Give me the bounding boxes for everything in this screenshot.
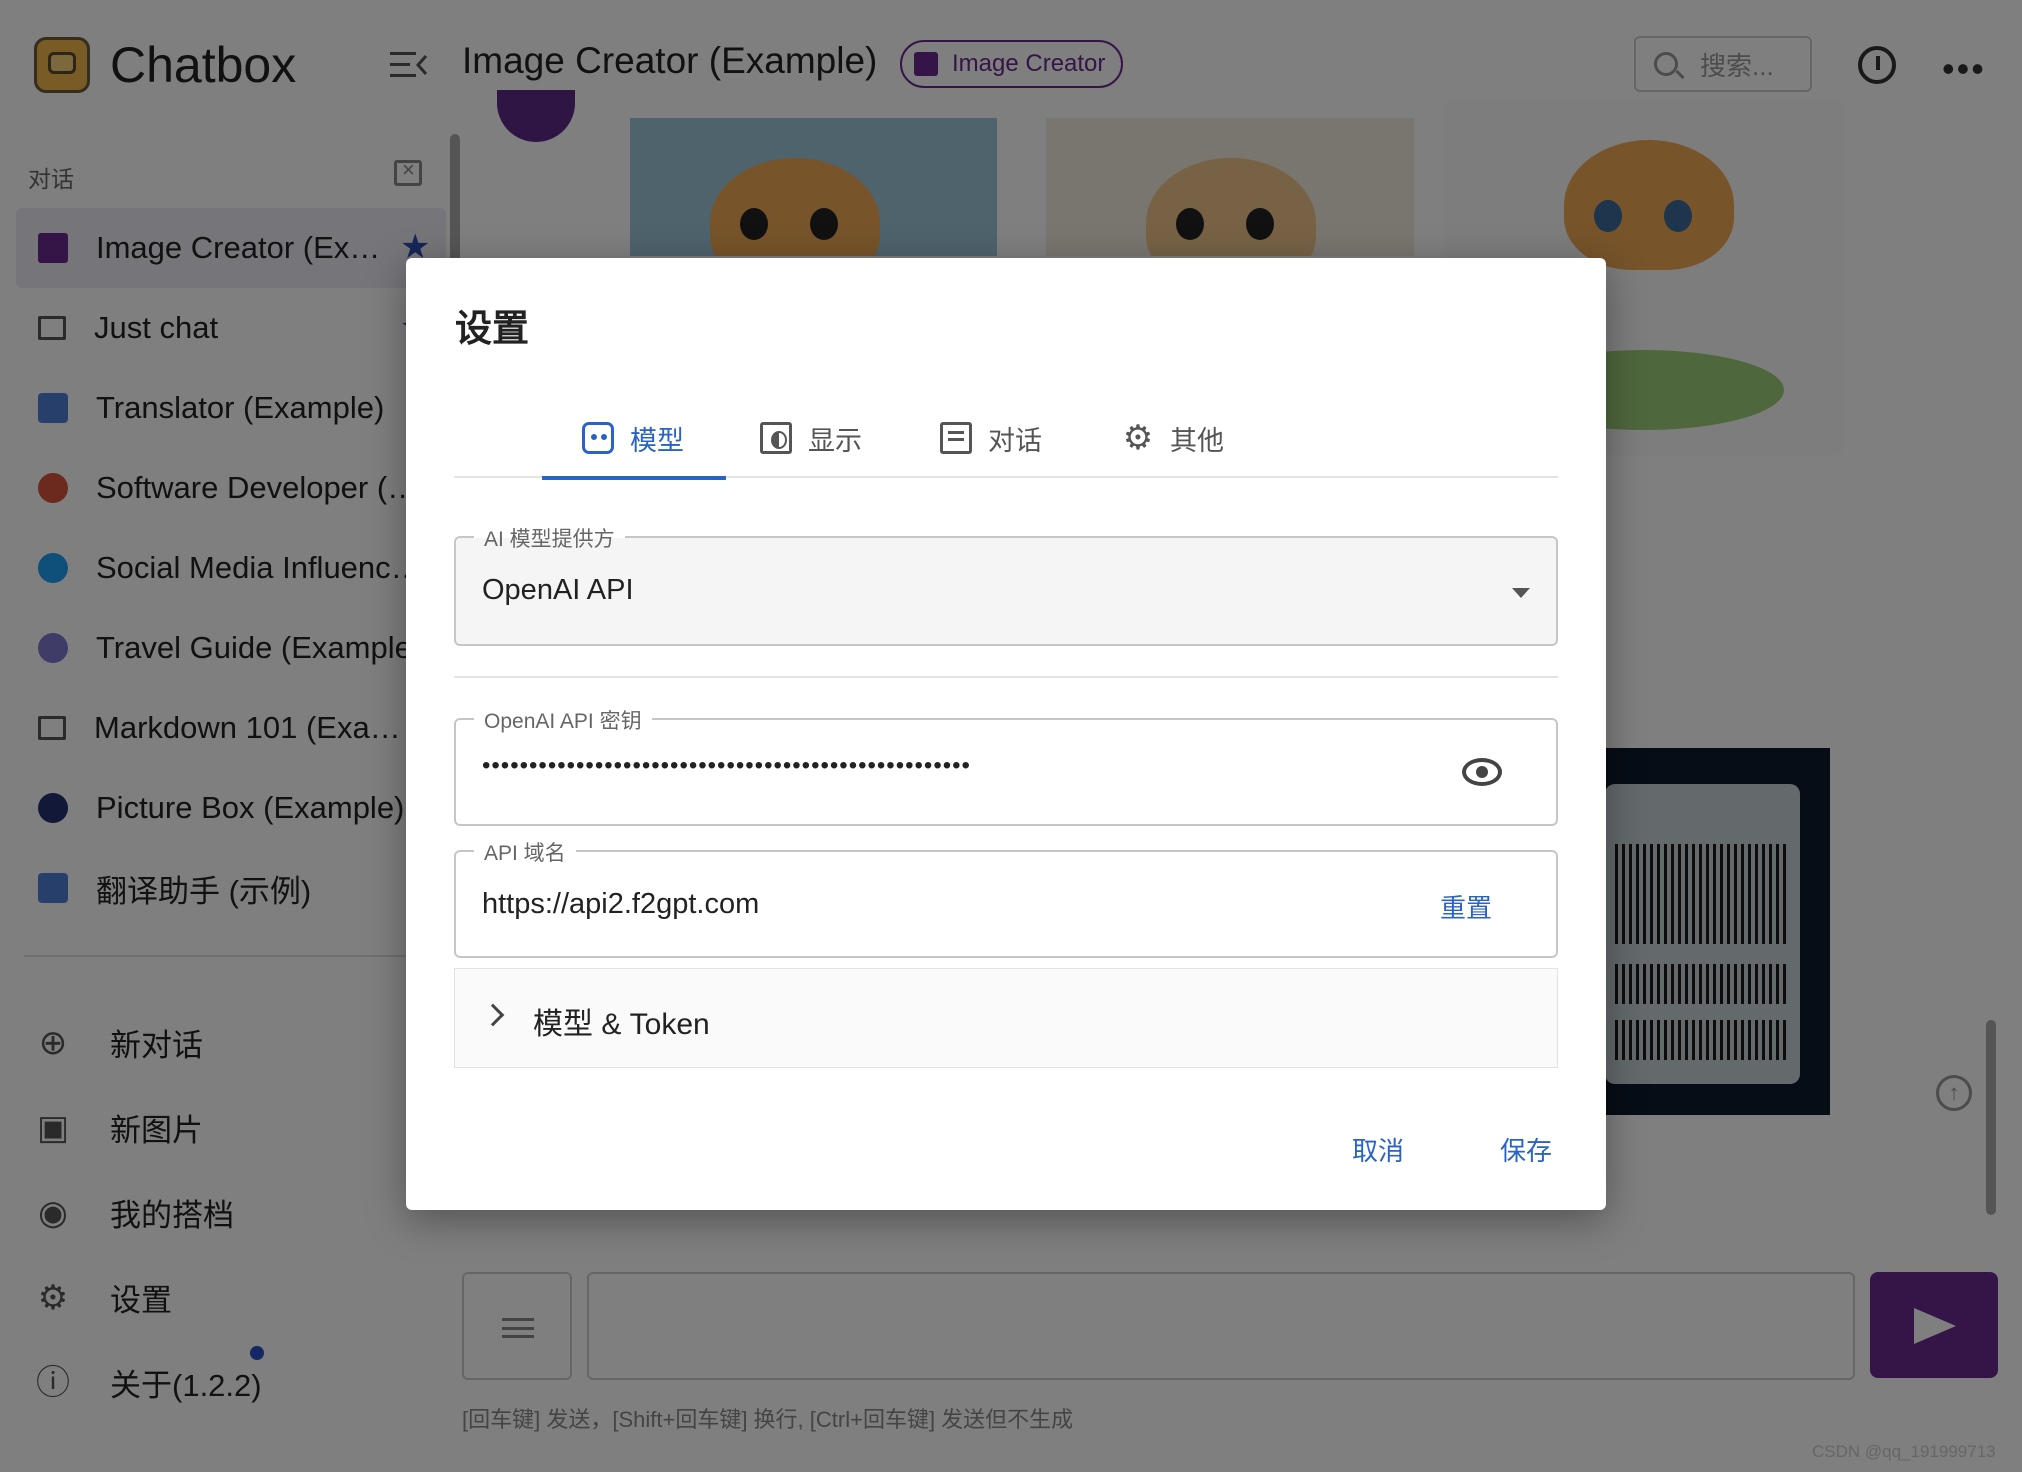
robot-icon [582, 422, 614, 454]
app-window: Chatbox 对话 Image Creator (Ex… ★ Just cha… [0, 0, 2022, 1472]
gear-icon: ⚙ [1122, 419, 1154, 457]
tab-display[interactable]: 显示 [760, 398, 862, 478]
display-icon [760, 422, 792, 454]
cancel-button[interactable]: 取消 [1346, 1119, 1410, 1180]
chevron-right-icon [481, 1003, 505, 1027]
api-host-value: https://api2.f2gpt.com [482, 888, 760, 920]
caret-down-icon [1512, 588, 1530, 598]
api-key-field[interactable]: OpenAI API 密钥 ••••••••••••••••••••••••••… [454, 705, 1558, 826]
field-label: AI 模型提供方 [474, 523, 625, 553]
model-token-accordion[interactable]: 模型 & Token [454, 968, 1558, 1068]
provider-select[interactable]: AI 模型提供方 OpenAI API [454, 523, 1558, 646]
field-label: OpenAI API 密钥 [474, 705, 652, 735]
field-label: API 域名 [474, 837, 576, 867]
provider-value: OpenAI API [482, 574, 634, 606]
tab-model[interactable]: 模型 [542, 398, 726, 480]
divider [454, 676, 1558, 678]
reset-button[interactable]: 重置 [1440, 888, 1492, 925]
tab-other[interactable]: ⚙ 其他 [1122, 398, 1224, 478]
dialog-title: 设置 [455, 308, 529, 349]
settings-tabs: 模型 显示 对话 ⚙ 其他 [454, 398, 1558, 480]
dialog-actions: 取消 保存 [1262, 1119, 1558, 1180]
settings-dialog: 设置 模型 显示 对话 ⚙ 其他 AI 模型提供方 OpenAI API Ope… [406, 258, 1606, 1210]
tab-label: 对话 [988, 425, 1042, 456]
eye-icon[interactable] [1462, 758, 1502, 786]
tab-label: 其他 [1170, 425, 1224, 456]
chat-icon [940, 422, 972, 454]
accordion-label: 模型 & Token [533, 1008, 710, 1041]
tab-label: 模型 [630, 425, 684, 456]
save-button[interactable]: 保存 [1494, 1119, 1558, 1180]
api-key-value: ••••••••••••••••••••••••••••••••••••••••… [482, 752, 971, 779]
tab-label: 显示 [808, 425, 862, 456]
tab-chat[interactable]: 对话 [940, 398, 1042, 478]
api-host-field[interactable]: API 域名 https://api2.f2gpt.com 重置 [454, 837, 1558, 958]
